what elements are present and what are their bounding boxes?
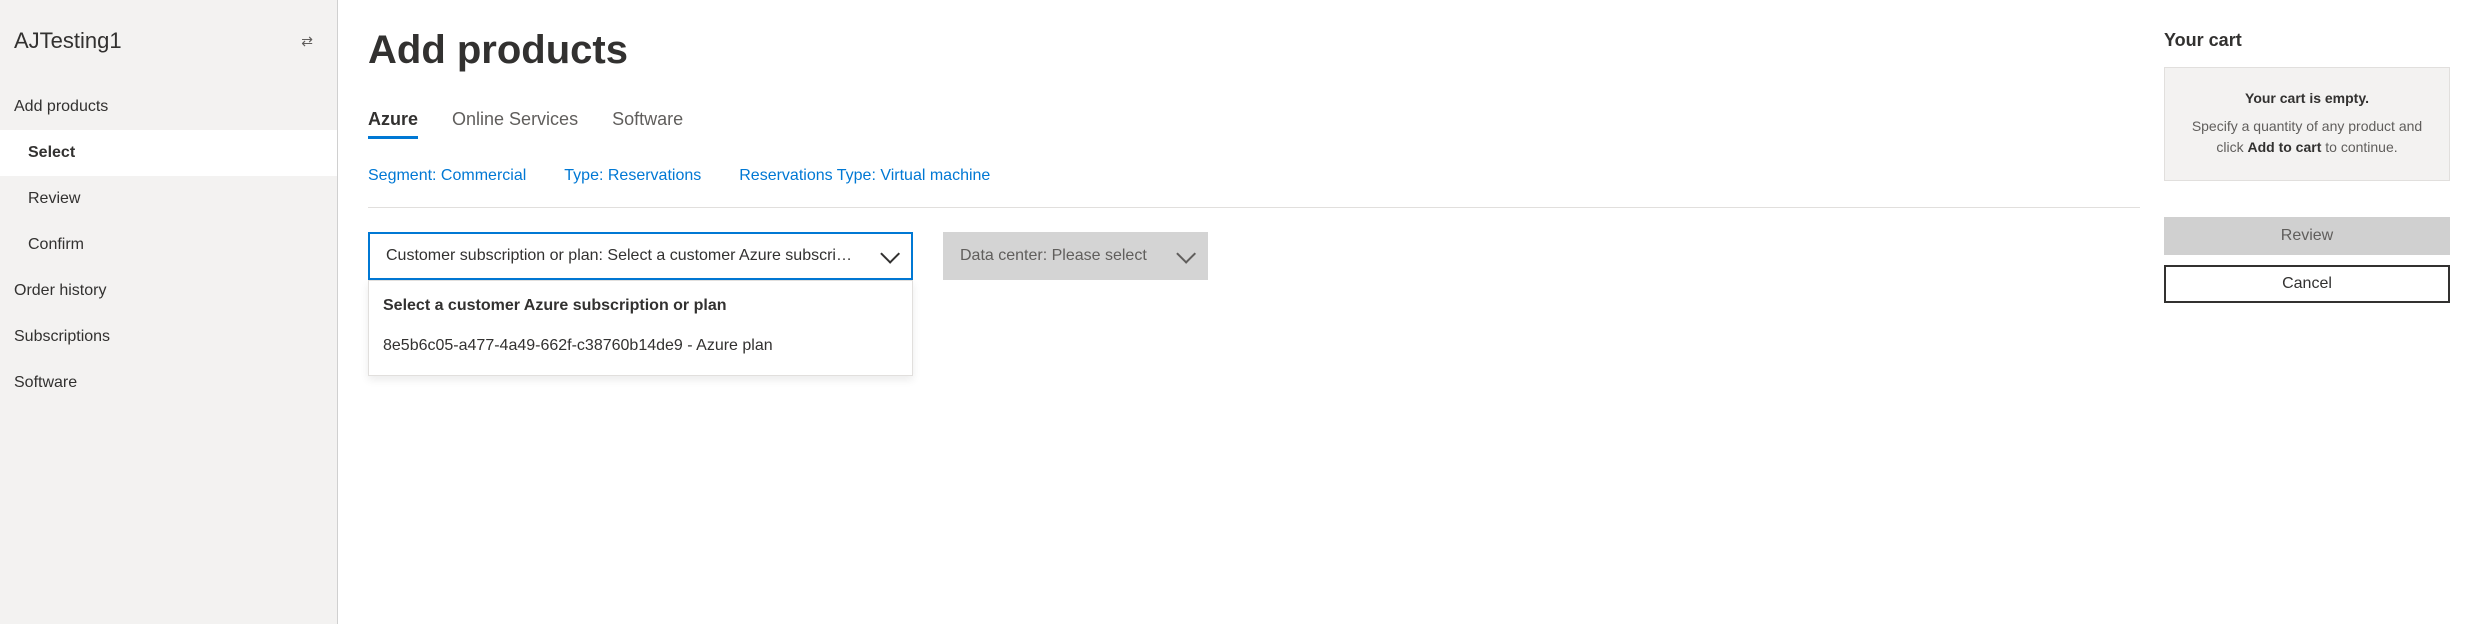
customer-subscription-dropdown: Select a customer Azure subscription or …: [368, 280, 913, 376]
cart-empty-box: Your cart is empty. Specify a quantity o…: [2164, 67, 2450, 181]
product-tabs: Azure Online Services Software: [368, 109, 2140, 139]
cart-help-text: Specify a quantity of any product and cl…: [2181, 116, 2433, 158]
tab-azure[interactable]: Azure: [368, 109, 418, 139]
data-center-label: Data center: Please select: [960, 247, 1147, 265]
cart-panel: Your cart Your cart is empty. Specify a …: [2164, 30, 2450, 624]
sidebar: AJTesting1 ⇄ Add products Select Review …: [0, 0, 338, 624]
tab-online-services[interactable]: Online Services: [452, 109, 578, 139]
page-title: Add products: [368, 28, 2140, 73]
customer-subscription-label: Customer subscription or plan: Select a …: [386, 247, 856, 265]
main: Add products Azure Online Services Softw…: [338, 0, 2480, 624]
filter-type[interactable]: Type: Reservations: [564, 167, 701, 185]
customer-name: AJTesting1: [14, 28, 122, 54]
sidebar-item-add-products[interactable]: Add products: [0, 84, 337, 130]
content-area: Add products Azure Online Services Softw…: [368, 30, 2140, 624]
dropdown-header: Select a customer Azure subscription or …: [369, 297, 912, 327]
dropdown-item-azure-plan[interactable]: 8e5b6c05-a477-4a49-662f-c38760b14de9 - A…: [369, 327, 912, 365]
chevron-down-icon: [1176, 244, 1196, 264]
data-center-select[interactable]: Data center: Please select: [943, 232, 1208, 280]
swap-icon[interactable]: ⇄: [301, 33, 313, 50]
tab-software[interactable]: Software: [612, 109, 683, 139]
cancel-button[interactable]: Cancel: [2164, 265, 2450, 303]
sidebar-item-order-history[interactable]: Order history: [0, 268, 337, 314]
sidebar-header: AJTesting1 ⇄: [0, 0, 337, 84]
filter-reservations-type[interactable]: Reservations Type: Virtual machine: [739, 167, 990, 185]
sidebar-item-confirm[interactable]: Confirm: [0, 222, 337, 268]
cart-title: Your cart: [2164, 30, 2450, 51]
cart-help-bold: Add to cart: [2247, 139, 2321, 155]
sidebar-item-review[interactable]: Review: [0, 176, 337, 222]
customer-subscription-wrap: Customer subscription or plan: Select a …: [368, 232, 913, 280]
filter-segment[interactable]: Segment: Commercial: [368, 167, 526, 185]
cart-help-post: to continue.: [2321, 139, 2397, 155]
review-button[interactable]: Review: [2164, 217, 2450, 255]
chevron-down-icon: [880, 244, 900, 264]
selectors-row: Customer subscription or plan: Select a …: [368, 232, 2140, 280]
cart-empty-title: Your cart is empty.: [2181, 90, 2433, 106]
customer-subscription-select[interactable]: Customer subscription or plan: Select a …: [368, 232, 913, 280]
sidebar-item-select[interactable]: Select: [0, 130, 337, 176]
sidebar-item-software[interactable]: Software: [0, 360, 337, 406]
filter-row: Segment: Commercial Type: Reservations R…: [368, 167, 2140, 208]
sidebar-item-subscriptions[interactable]: Subscriptions: [0, 314, 337, 360]
